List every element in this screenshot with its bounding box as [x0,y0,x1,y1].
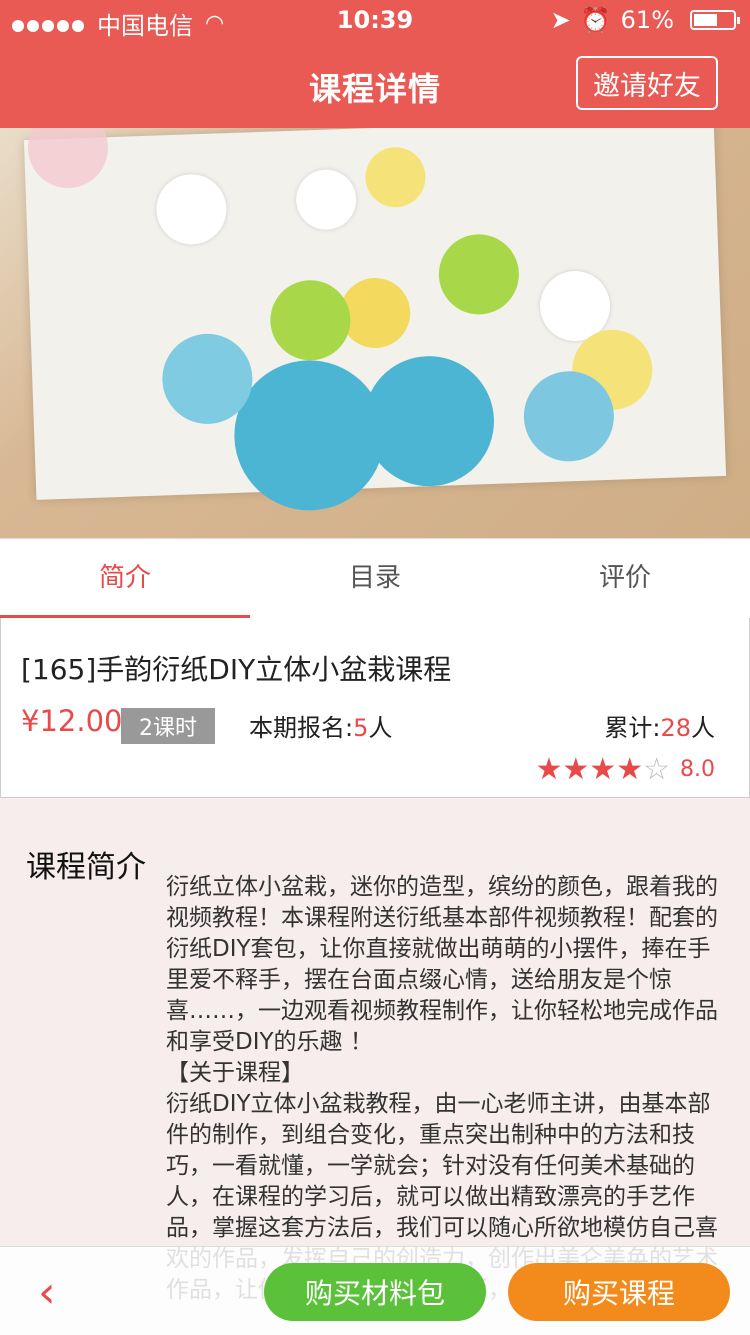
course-title: [165]手韵衍纸DIY立体小盆栽课程 [21,653,452,686]
total-label: 累计: [604,714,661,742]
enroll-value: 5 [353,714,369,742]
tab-intro[interactable]: 简介 [0,539,250,619]
lesson-count-badge: 2课时 [121,708,215,744]
status-bar: 中国电信 ◠ 10:39 ➤ ⏰ 61% [0,0,750,40]
tab-bar: 简介 目录 评价 [0,538,750,620]
star-filled-icon: ★ [535,752,563,787]
star-empty-icon: ☆ [643,752,670,787]
buy-material-kit-button[interactable]: 购买材料包 [264,1263,486,1321]
back-chevron-icon[interactable]: ‹ [38,1267,68,1318]
enrollment-count: 本期报名:5人 [249,708,392,743]
star-rating: ★★★★☆ [535,752,670,787]
banner-image [23,128,727,513]
battery-percent: 61% [620,6,674,34]
tab-reviews[interactable]: 评价 [500,539,750,619]
total-count: 累计:28人 [604,708,715,743]
navigation-bar: 课程详情 邀请好友 [0,40,750,128]
course-banner-carousel[interactable] [0,128,750,538]
total-value: 28 [660,714,691,742]
tab-catalog[interactable]: 目录 [250,539,500,619]
intro-heading: 课程简介 [26,850,146,885]
star-filled-icon: ★ [562,752,590,787]
star-filled-icon: ★ [616,752,644,787]
intro-description: 衍纸立体小盆栽，迷你的造型，缤纷的颜色，跟着我的视频教程！本课程附送衍纸基本部件… [166,874,718,1303]
alarm-icon: ⏰ [580,6,611,34]
invite-friends-button[interactable]: 邀请好友 [576,56,718,110]
bottom-action-bar: ‹ 购买材料包 购买课程 [0,1246,750,1335]
star-filled-icon: ★ [589,752,617,787]
course-rating: ★★★★☆ 8.0 [535,752,715,787]
course-info-card: [165]手韵衍纸DIY立体小盆栽课程 ¥12.00 2课时 本期报名:5人 累… [0,618,750,798]
location-icon: ➤ [550,6,571,34]
enroll-unit: 人 [368,714,393,742]
course-price: ¥12.00 [21,704,123,738]
battery-icon [690,10,740,30]
buy-course-button[interactable]: 购买课程 [508,1263,730,1321]
enroll-label: 本期报名: [249,714,354,742]
rating-score: 8.0 [680,757,715,782]
total-unit: 人 [691,714,715,742]
